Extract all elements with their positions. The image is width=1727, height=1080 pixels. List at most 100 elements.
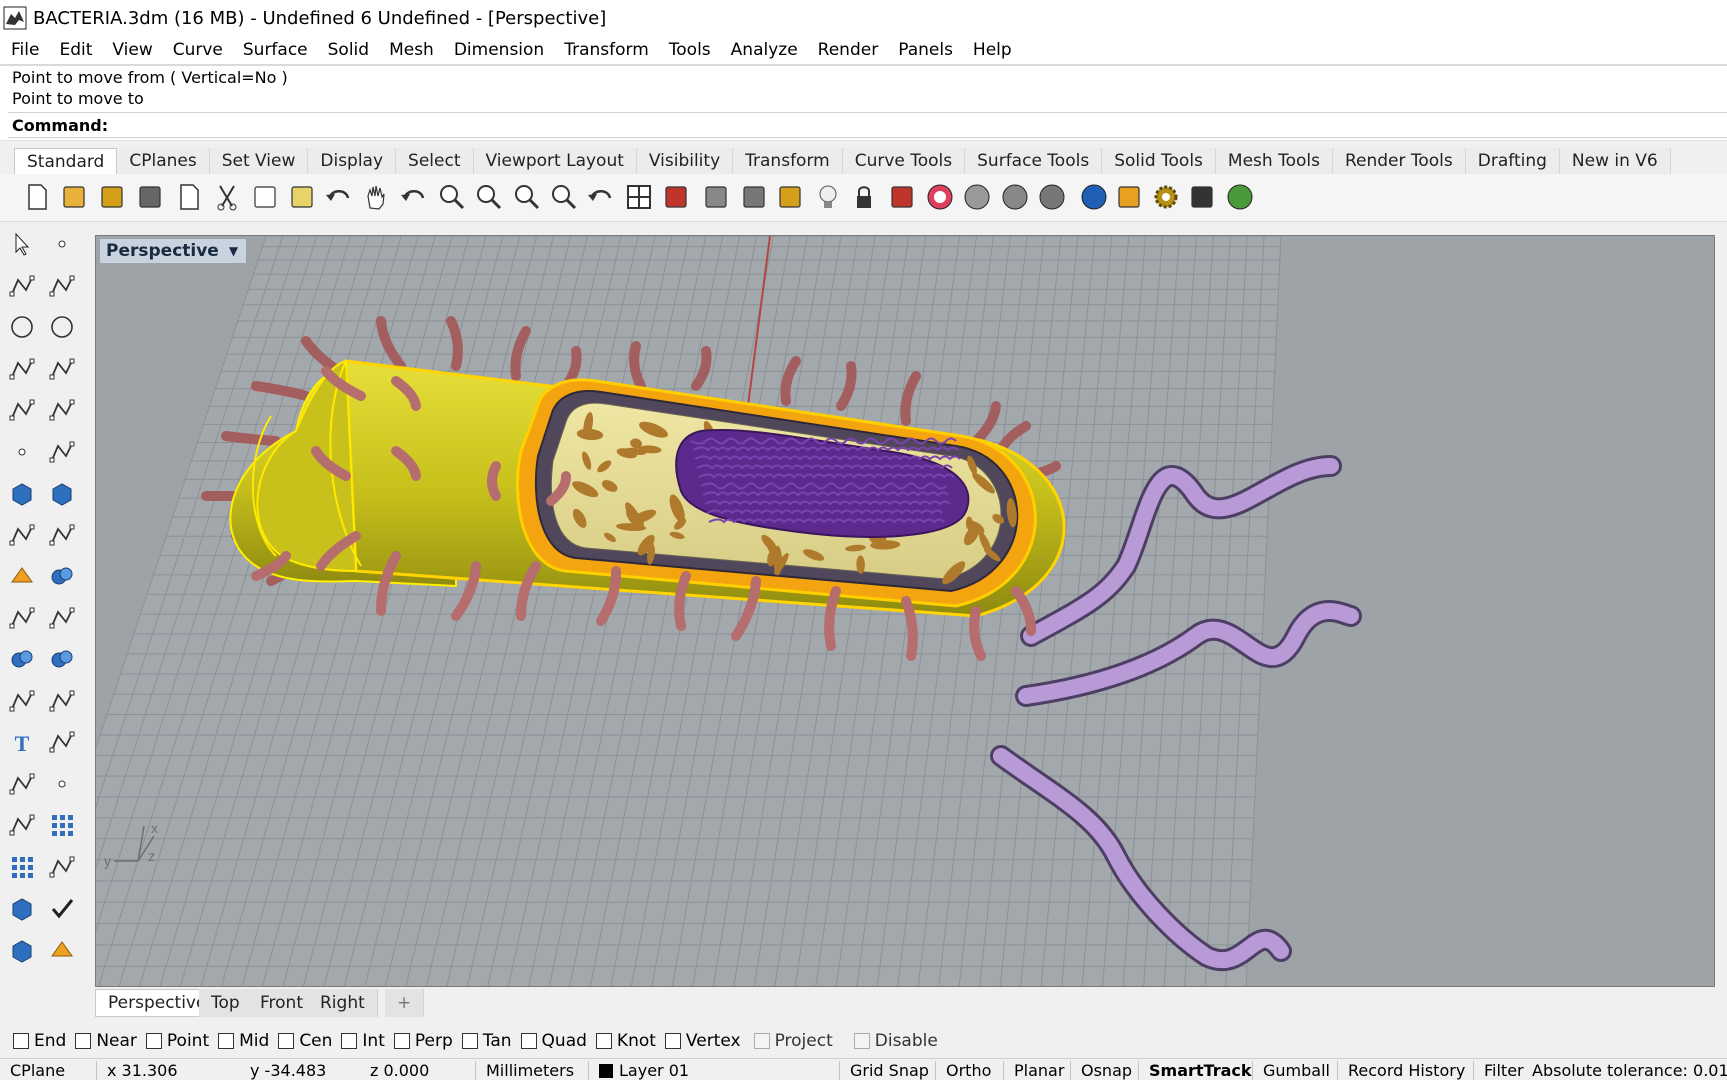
- grid-icon[interactable]: [44, 807, 80, 843]
- gumball-icon[interactable]: [44, 849, 80, 885]
- copy-icon[interactable]: [246, 178, 284, 216]
- viewport-tab-top[interactable]: Top: [199, 989, 253, 1017]
- osnap-checkbox[interactable]: [341, 1033, 358, 1049]
- osnap-target-icon[interactable]: [735, 178, 773, 216]
- viewport-scene[interactable]: x y z: [96, 236, 1715, 987]
- cap-icon[interactable]: [4, 890, 40, 926]
- osnap-checkbox[interactable]: [218, 1033, 235, 1049]
- ellipse-icon[interactable]: [44, 309, 80, 345]
- viewport-title[interactable]: Perspective ▼: [100, 239, 247, 263]
- blend-icon[interactable]: [44, 683, 80, 719]
- block-icon[interactable]: [4, 807, 40, 843]
- render-sphere-icon[interactable]: [1075, 178, 1113, 216]
- grid-snap-toggle[interactable]: Grid Snap: [839, 1061, 929, 1080]
- pan-hand-icon[interactable]: [357, 178, 395, 216]
- select-points-icon[interactable]: [771, 178, 809, 216]
- loft-icon[interactable]: [44, 434, 80, 470]
- osnap-toggle[interactable]: Osnap: [1070, 1061, 1132, 1080]
- rotate-view-icon[interactable]: [395, 178, 433, 216]
- osnap-cen[interactable]: Cen: [278, 1031, 332, 1051]
- menu-panels[interactable]: Panels: [898, 40, 953, 60]
- ortho-toggle[interactable]: Ortho: [935, 1061, 991, 1080]
- osnap-tan[interactable]: Tan: [461, 1031, 512, 1051]
- sphere-solid-icon[interactable]: [44, 475, 80, 511]
- arc-icon[interactable]: [4, 392, 40, 428]
- osnap-checkbox[interactable]: [664, 1033, 681, 1049]
- point-icon[interactable]: [44, 226, 80, 262]
- toolbar-tab-surface-tools[interactable]: Surface Tools: [965, 148, 1103, 174]
- viewport-tab-front[interactable]: Front: [248, 989, 316, 1017]
- toolbar-tab-visibility[interactable]: Visibility: [636, 148, 734, 174]
- toolbar-tab-render-tools[interactable]: Render Tools: [1332, 148, 1466, 174]
- rotate-camera-icon[interactable]: [582, 178, 620, 216]
- menu-transform[interactable]: Transform: [564, 40, 649, 60]
- new-file-icon[interactable]: [18, 178, 56, 216]
- solid-tools-icon[interactable]: [4, 932, 40, 968]
- menu-dimension[interactable]: Dimension: [454, 40, 544, 60]
- globe-icon[interactable]: [1221, 178, 1259, 216]
- osnap-checkbox[interactable]: [393, 1033, 410, 1049]
- edit-points-icon[interactable]: [44, 766, 80, 802]
- cplane-indicator[interactable]: CPlane: [10, 1061, 65, 1080]
- toolbar-tab-mesh-tools[interactable]: Mesh Tools: [1215, 148, 1333, 174]
- osnap-checkbox[interactable]: [13, 1033, 29, 1049]
- command-input[interactable]: Command:: [8, 112, 1727, 138]
- toolbar-tab-set-view[interactable]: Set View: [209, 148, 309, 174]
- surface-patch-icon[interactable]: [44, 517, 80, 553]
- menu-mesh[interactable]: Mesh: [389, 40, 434, 60]
- lock-icon[interactable]: [845, 178, 883, 216]
- zoom-dynamic-icon[interactable]: [433, 178, 471, 216]
- circle-icon[interactable]: [4, 309, 40, 345]
- select-arrow-icon[interactable]: [4, 226, 40, 262]
- lasso-icon[interactable]: [1110, 178, 1148, 216]
- toolbar-tab-drafting[interactable]: Drafting: [1465, 148, 1560, 174]
- toolbar-tab-select[interactable]: Select: [396, 148, 474, 174]
- gumball-toggle[interactable]: Gumball: [1252, 1061, 1330, 1080]
- boolean-icon[interactable]: [44, 558, 80, 594]
- open-folder-icon[interactable]: [55, 178, 93, 216]
- four-viewports-icon[interactable]: [620, 178, 658, 216]
- osnap-mid[interactable]: Mid: [218, 1031, 269, 1051]
- osnap-checkbox[interactable]: [461, 1033, 478, 1049]
- menu-solid[interactable]: Solid: [328, 40, 369, 60]
- toolbar-tab-solid-tools[interactable]: Solid Tools: [1102, 148, 1216, 174]
- rhino-app-icon[interactable]: [3, 6, 27, 30]
- perspective-viewport[interactable]: x y z Perspective ▼: [95, 235, 1715, 987]
- toolbar-tab-viewport-layout[interactable]: Viewport Layout: [473, 148, 637, 174]
- osnap-checkbox[interactable]: [145, 1033, 162, 1049]
- paste-icon[interactable]: [283, 178, 321, 216]
- osnap-quad[interactable]: Quad: [520, 1031, 587, 1051]
- units-indicator[interactable]: Millimeters: [475, 1061, 574, 1080]
- booleans-icon[interactable]: [4, 641, 40, 677]
- osnap-checkbox[interactable]: [753, 1033, 770, 1049]
- zoom-window-icon[interactable]: [470, 178, 508, 216]
- osnap-checkbox[interactable]: [520, 1033, 537, 1049]
- menu-tools[interactable]: Tools: [669, 40, 711, 60]
- menu-help[interactable]: Help: [973, 40, 1012, 60]
- text-icon[interactable]: T: [4, 724, 40, 760]
- surface-from-points-icon[interactable]: [4, 434, 40, 470]
- osnap-disable[interactable]: Disable: [853, 1031, 938, 1051]
- add-viewport-tab-icon[interactable]: +: [385, 989, 425, 1017]
- osnap-near[interactable]: Near: [75, 1031, 137, 1051]
- osnap-checkbox[interactable]: [75, 1033, 92, 1049]
- array-icon[interactable]: [4, 849, 40, 885]
- fillet-icon[interactable]: [4, 683, 40, 719]
- box-icon[interactable]: [4, 475, 40, 511]
- viewport-menu-caret-icon[interactable]: ▼: [229, 244, 238, 258]
- explode-icon[interactable]: [4, 558, 40, 594]
- scale-icon[interactable]: [44, 724, 80, 760]
- menu-curve[interactable]: Curve: [173, 40, 223, 60]
- cut-icon[interactable]: [208, 178, 246, 216]
- group-icon[interactable]: [4, 766, 40, 802]
- render-icon[interactable]: [44, 932, 80, 968]
- polyline-icon[interactable]: [4, 268, 40, 304]
- menu-file[interactable]: File: [11, 40, 39, 60]
- menu-edit[interactable]: Edit: [59, 40, 92, 60]
- pilus[interactable]: [487, 461, 501, 501]
- zoom-selected-icon[interactable]: [545, 178, 583, 216]
- save-icon[interactable]: [93, 178, 131, 216]
- menu-analyze[interactable]: Analyze: [731, 40, 798, 60]
- osnap-knot[interactable]: Knot: [595, 1031, 656, 1051]
- polygon-icon[interactable]: [4, 351, 40, 387]
